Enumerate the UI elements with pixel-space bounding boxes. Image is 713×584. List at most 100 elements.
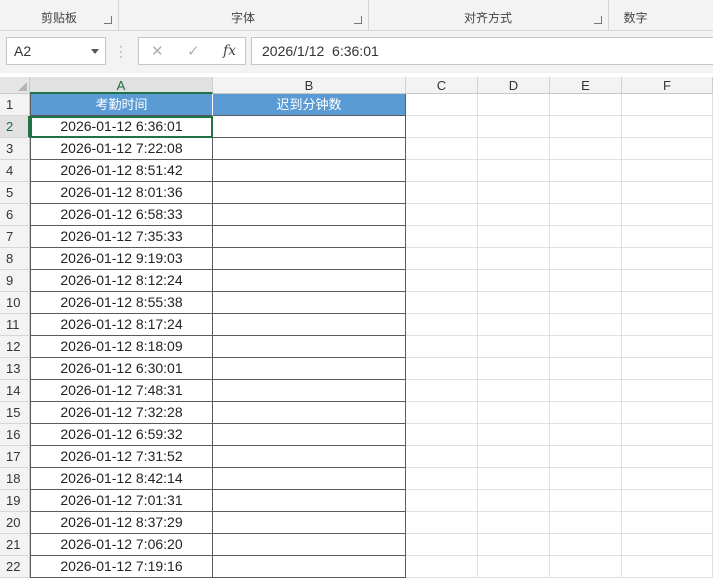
row-header[interactable]: 3 <box>0 138 30 160</box>
late-minutes-cell[interactable] <box>213 182 406 204</box>
name-box[interactable]: A2 <box>6 37 106 65</box>
empty-cell[interactable] <box>478 314 550 336</box>
empty-cell[interactable] <box>550 292 622 314</box>
empty-cell[interactable] <box>622 116 713 138</box>
chevron-down-icon[interactable] <box>91 49 99 54</box>
row-header[interactable]: 18 <box>0 468 30 490</box>
empty-cell[interactable] <box>550 138 622 160</box>
empty-cell[interactable] <box>406 182 478 204</box>
late-minutes-cell[interactable] <box>213 336 406 358</box>
empty-cell[interactable] <box>478 380 550 402</box>
row-header[interactable]: 16 <box>0 424 30 446</box>
empty-cell[interactable] <box>550 556 622 578</box>
row-header[interactable]: 10 <box>0 292 30 314</box>
empty-cell[interactable] <box>406 314 478 336</box>
attendance-time-cell[interactable]: 2026-01-12 7:31:52 <box>30 446 213 468</box>
empty-cell[interactable] <box>622 446 713 468</box>
empty-cell[interactable] <box>406 534 478 556</box>
attendance-time-cell[interactable]: 2026-01-12 6:36:01 <box>30 116 213 138</box>
empty-cell[interactable] <box>478 182 550 204</box>
empty-cell[interactable] <box>478 270 550 292</box>
empty-cell[interactable] <box>622 490 713 512</box>
empty-cell[interactable] <box>478 138 550 160</box>
attendance-time-cell[interactable]: 2026-01-12 7:01:31 <box>30 490 213 512</box>
empty-cell[interactable] <box>622 512 713 534</box>
cancel-icon[interactable]: ✕ <box>151 42 164 60</box>
empty-cell[interactable] <box>478 424 550 446</box>
empty-cell[interactable] <box>622 534 713 556</box>
empty-cell[interactable] <box>550 446 622 468</box>
empty-cell[interactable] <box>406 358 478 380</box>
empty-cell[interactable] <box>406 138 478 160</box>
row-header[interactable]: 9 <box>0 270 30 292</box>
row-header[interactable]: 7 <box>0 226 30 248</box>
row-header[interactable]: 12 <box>0 336 30 358</box>
row-header[interactable]: 17 <box>0 446 30 468</box>
empty-cell[interactable] <box>622 138 713 160</box>
empty-cell[interactable] <box>550 226 622 248</box>
row-header[interactable]: 6 <box>0 204 30 226</box>
empty-cell[interactable] <box>406 94 478 116</box>
empty-cell[interactable] <box>478 292 550 314</box>
font-dialog-launcher-icon[interactable] <box>354 16 362 24</box>
late-minutes-cell[interactable] <box>213 468 406 490</box>
empty-cell[interactable] <box>550 534 622 556</box>
empty-cell[interactable] <box>550 248 622 270</box>
late-minutes-cell[interactable] <box>213 116 406 138</box>
empty-cell[interactable] <box>550 182 622 204</box>
late-minutes-cell[interactable] <box>213 248 406 270</box>
empty-cell[interactable] <box>406 402 478 424</box>
empty-cell[interactable] <box>622 248 713 270</box>
empty-cell[interactable] <box>478 248 550 270</box>
empty-cell[interactable] <box>622 182 713 204</box>
alignment-dialog-launcher-icon[interactable] <box>594 16 602 24</box>
late-minutes-cell[interactable] <box>213 380 406 402</box>
row-header[interactable]: 2 <box>0 116 30 138</box>
empty-cell[interactable] <box>622 336 713 358</box>
row-header[interactable]: 15 <box>0 402 30 424</box>
empty-cell[interactable] <box>550 204 622 226</box>
empty-cell[interactable] <box>622 358 713 380</box>
column-header-b[interactable]: B <box>213 77 406 94</box>
row-header[interactable]: 22 <box>0 556 30 578</box>
late-minutes-cell[interactable] <box>213 402 406 424</box>
attendance-time-cell[interactable]: 2026-01-12 8:37:29 <box>30 512 213 534</box>
empty-cell[interactable] <box>478 490 550 512</box>
empty-cell[interactable] <box>406 204 478 226</box>
empty-cell[interactable] <box>622 292 713 314</box>
row-header[interactable]: 1 <box>0 94 30 116</box>
empty-cell[interactable] <box>406 556 478 578</box>
column-header-e[interactable]: E <box>550 77 622 94</box>
empty-cell[interactable] <box>550 358 622 380</box>
column-header-d[interactable]: D <box>478 77 550 94</box>
attendance-time-cell[interactable]: 2026-01-12 7:19:16 <box>30 556 213 578</box>
empty-cell[interactable] <box>478 556 550 578</box>
select-all-button[interactable] <box>0 77 30 94</box>
attendance-time-cell[interactable]: 2026-01-12 6:30:01 <box>30 358 213 380</box>
empty-cell[interactable] <box>406 160 478 182</box>
header-cell-attendance-time[interactable]: 考勤时间 <box>30 94 213 116</box>
late-minutes-cell[interactable] <box>213 358 406 380</box>
empty-cell[interactable] <box>622 468 713 490</box>
empty-cell[interactable] <box>622 270 713 292</box>
empty-cell[interactable] <box>550 116 622 138</box>
empty-cell[interactable] <box>478 116 550 138</box>
late-minutes-cell[interactable] <box>213 314 406 336</box>
attendance-time-cell[interactable]: 2026-01-12 8:12:24 <box>30 270 213 292</box>
empty-cell[interactable] <box>478 446 550 468</box>
attendance-time-cell[interactable]: 2026-01-12 7:48:31 <box>30 380 213 402</box>
empty-cell[interactable] <box>478 226 550 248</box>
late-minutes-cell[interactable] <box>213 446 406 468</box>
clipboard-dialog-launcher-icon[interactable] <box>104 16 112 24</box>
empty-cell[interactable] <box>478 204 550 226</box>
enter-icon[interactable]: ✓ <box>187 42 200 60</box>
empty-cell[interactable] <box>406 512 478 534</box>
empty-cell[interactable] <box>550 468 622 490</box>
empty-cell[interactable] <box>550 424 622 446</box>
empty-cell[interactable] <box>478 160 550 182</box>
empty-cell[interactable] <box>622 402 713 424</box>
row-header[interactable]: 4 <box>0 160 30 182</box>
empty-cell[interactable] <box>406 226 478 248</box>
empty-cell[interactable] <box>622 314 713 336</box>
empty-cell[interactable] <box>406 248 478 270</box>
